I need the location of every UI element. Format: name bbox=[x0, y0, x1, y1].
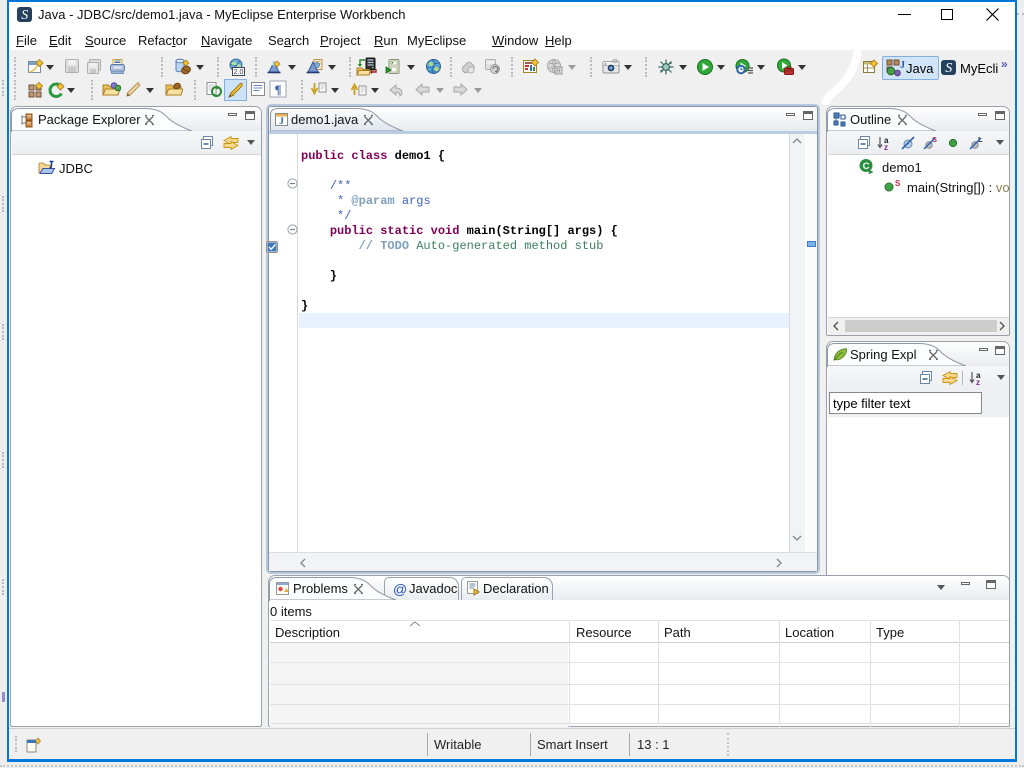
svg-text:z: z bbox=[976, 378, 980, 386]
svg-text:C: C bbox=[863, 161, 870, 172]
svg-text:¶: ¶ bbox=[274, 82, 281, 97]
svg-text:J: J bbox=[279, 116, 284, 126]
svg-text:2.0: 2.0 bbox=[234, 69, 244, 76]
svg-text:S: S bbox=[895, 179, 901, 188]
svg-text:S: S bbox=[945, 61, 952, 75]
svg-text:z: z bbox=[884, 143, 888, 151]
svg-text:R: R bbox=[556, 68, 561, 75]
svg-text:S: S bbox=[21, 8, 28, 22]
svg-text:J: J bbox=[900, 60, 905, 71]
